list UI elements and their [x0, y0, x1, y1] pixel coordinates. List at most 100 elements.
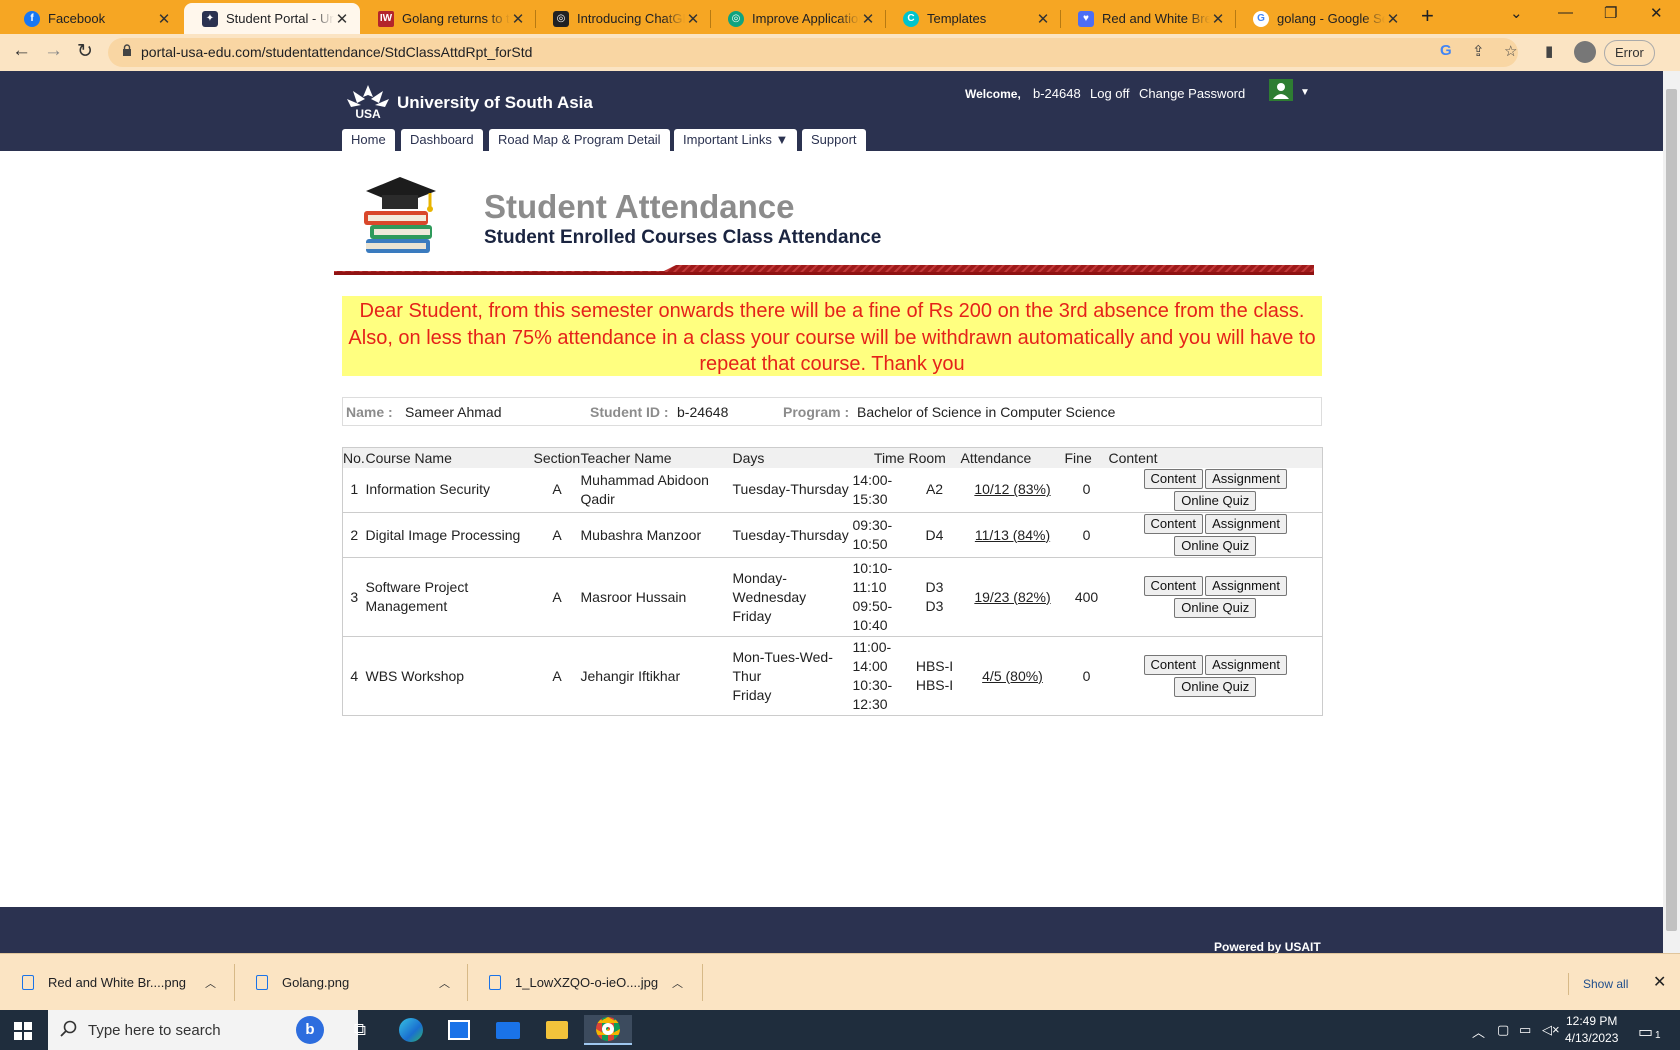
windows-start-icon[interactable] — [14, 1022, 32, 1040]
row-number: 3 — [350, 588, 359, 605]
close-icon[interactable]: ✕ — [334, 10, 350, 28]
time-line: 10:40 — [852, 617, 888, 633]
tab-improve-application[interactable]: ◎ Improve Application ✕ — [710, 3, 886, 34]
chevron-up-icon[interactable]: ︿ — [205, 975, 216, 991]
profile-error-button[interactable]: Error — [1604, 40, 1655, 66]
download-item[interactable]: 1_LowXZQO-o-ieO....jpg ︿ — [489, 954, 689, 1011]
restore-button[interactable]: ❐ — [1604, 4, 1617, 22]
minimize-button[interactable]: — — [1558, 4, 1573, 21]
close-icon[interactable]: ✕ — [860, 10, 876, 28]
show-all-button[interactable]: Show all — [1568, 973, 1642, 995]
attendance-link[interactable]: 19/23 (82%) — [974, 589, 1050, 605]
content-button[interactable]: Content — [1143, 576, 1204, 596]
fine: 0 — [1082, 481, 1091, 498]
content-button[interactable]: Content — [1143, 468, 1204, 489]
mail-icon[interactable] — [493, 1015, 523, 1045]
attendance-link[interactable]: 10/12 (83%) — [974, 481, 1050, 497]
search-placeholder: Type here to search — [88, 1022, 221, 1039]
close-icon[interactable]: ✕ — [1653, 972, 1666, 992]
tab-chatgpt[interactable]: ◎ Introducing ChatGPT ✕ — [535, 3, 711, 34]
student-info-bar: Name : Sameer Ahmad Student ID : b-24648… — [342, 397, 1322, 426]
canva-icon: C — [903, 10, 919, 27]
row-number: 4 — [350, 667, 359, 684]
meet-now-icon[interactable]: ▢ — [1497, 1022, 1509, 1038]
online-quiz-button[interactable]: Online Quiz — [1174, 536, 1257, 556]
days-line: Friday — [732, 686, 772, 703]
time: 11:00- 14:00 10:30- 12:30 — [853, 637, 909, 716]
online-quiz-button[interactable]: Online Quiz — [1174, 677, 1257, 697]
tab-search-icon[interactable]: ⌄ — [1510, 4, 1523, 22]
taskbar-search[interactable]: Type here to search b — [48, 1010, 358, 1050]
time-line: 09:50- — [852, 598, 893, 614]
bing-icon[interactable]: b — [296, 1016, 324, 1044]
scrollbar-thumb[interactable] — [1666, 89, 1677, 931]
content-button[interactable]: Content — [1143, 514, 1204, 534]
nav-road-map[interactable]: Road Map & Program Detail — [489, 129, 670, 151]
logoff-link[interactable]: Log off — [1090, 86, 1130, 101]
tab-title: Facebook — [48, 11, 106, 26]
share-icon[interactable]: ⇪ — [1472, 42, 1485, 60]
new-tab-button[interactable]: + — [1421, 3, 1434, 29]
address-bar[interactable]: portal-usa-edu.com/studentattendance/Std… — [108, 38, 1518, 67]
graduation-books-icon — [364, 177, 436, 253]
assignment-button[interactable]: Assignment — [1205, 514, 1287, 534]
notification-icon[interactable]: ▭ — [1638, 1022, 1653, 1042]
back-icon[interactable]: ← — [12, 40, 31, 62]
chevron-up-icon[interactable]: ︿ — [439, 975, 450, 991]
close-icon[interactable]: ✕ — [685, 10, 701, 28]
edge-icon[interactable] — [396, 1015, 426, 1045]
google-lens-icon[interactable]: G — [1440, 42, 1452, 59]
fine: 0 — [1082, 526, 1091, 543]
nav-important-links[interactable]: Important Links ▼ — [674, 129, 798, 151]
tab-separator — [535, 10, 536, 28]
user-icon[interactable] — [1269, 79, 1293, 101]
online-quiz-button[interactable]: Online Quiz — [1174, 598, 1257, 618]
side-panel-icon[interactable]: ▮ — [1545, 42, 1553, 60]
university-logo[interactable]: USA — [343, 83, 393, 119]
time-line: 14:00 — [852, 658, 888, 674]
tab-student-portal[interactable]: ✦ Student Portal - Univ ✕ — [184, 3, 360, 34]
close-icon[interactable]: ✕ — [1035, 10, 1051, 28]
assignment-button[interactable]: Assignment — [1205, 576, 1287, 596]
reload-icon[interactable]: ↻ — [77, 40, 93, 63]
chevron-up-icon[interactable]: ︿ — [1472, 1022, 1485, 1041]
content-button[interactable]: Content — [1143, 655, 1204, 675]
assignment-button[interactable]: Assignment — [1205, 468, 1287, 489]
forward-icon[interactable]: → — [44, 40, 63, 62]
tab-red-white[interactable]: ♥ Red and White Break ✕ — [1060, 3, 1236, 34]
bookmark-star-icon[interactable]: ☆ — [1504, 42, 1517, 60]
tab-facebook[interactable]: f Facebook ✕ — [6, 3, 182, 34]
close-window-button[interactable]: ✕ — [1650, 4, 1663, 22]
attendance-link[interactable]: 4/5 (80%) — [982, 668, 1043, 684]
download-item[interactable]: Red and White Br....png ︿ — [22, 954, 222, 1011]
file-explorer-icon[interactable] — [542, 1015, 572, 1045]
assignment-button[interactable]: Assignment — [1205, 655, 1287, 675]
close-icon[interactable]: ✕ — [156, 10, 172, 28]
tab-google-search[interactable]: G golang - Google Sea ✕ — [1235, 3, 1411, 34]
download-item[interactable]: Golang.png ︿ — [256, 954, 456, 1011]
tab-golang-returns[interactable]: IW Golang returns to the ✕ — [360, 3, 536, 34]
chrome-icon[interactable] — [584, 1015, 632, 1045]
page-scrollbar[interactable] — [1663, 71, 1680, 953]
change-password-link[interactable]: Change Password — [1139, 86, 1245, 101]
close-icon[interactable]: ✕ — [1385, 10, 1401, 28]
profile-avatar[interactable] — [1574, 41, 1596, 63]
volume-icon[interactable]: ◁× — [1542, 1022, 1560, 1038]
divider — [702, 964, 703, 1001]
close-icon[interactable]: ✕ — [1210, 10, 1226, 28]
task-view-icon[interactable]: ⧉ — [345, 1015, 375, 1045]
chevron-down-icon[interactable]: ▼ — [1300, 87, 1310, 98]
store-icon[interactable] — [444, 1015, 474, 1045]
system-clock[interactable]: 12:49 PM 4/13/2023 — [1565, 1013, 1618, 1047]
chevron-up-icon[interactable]: ︿ — [672, 975, 683, 991]
online-quiz-button[interactable]: Online Quiz — [1174, 490, 1257, 511]
nav-support[interactable]: Support — [802, 129, 866, 151]
nav-home[interactable]: Home — [342, 129, 395, 151]
attendance-link[interactable]: 11/13 (84%) — [975, 527, 1050, 543]
tab-templates[interactable]: C Templates ✕ — [885, 3, 1061, 34]
network-icon[interactable]: ▭ — [1519, 1022, 1531, 1038]
nav-dashboard[interactable]: Dashboard — [401, 129, 483, 151]
close-icon[interactable]: ✕ — [510, 10, 526, 28]
col-header-course: Course Name — [365, 449, 452, 466]
course-name: WBS Workshop — [365, 667, 465, 684]
